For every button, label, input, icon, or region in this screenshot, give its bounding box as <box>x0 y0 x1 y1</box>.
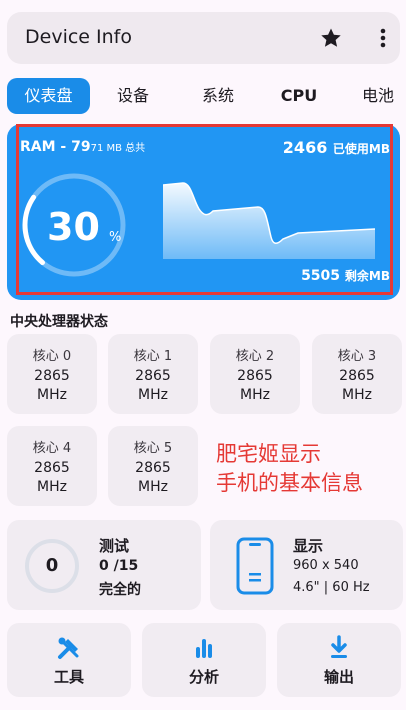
tab-dashboard[interactable]: 仪表盘 <box>7 78 90 114</box>
annotation-text: 肥宅姬显示 手机的基本信息 <box>216 440 363 498</box>
core-label: 核心 1 <box>133 349 173 364</box>
core-card[interactable]: 核心 3 2865 MHz <box>312 334 402 414</box>
core-unit: MHz <box>342 387 372 403</box>
app-title: Device Info <box>25 26 132 48</box>
core-freq: 2865 <box>135 460 171 476</box>
core-label: 核心 2 <box>235 349 275 364</box>
tab-battery[interactable]: 电池 <box>350 78 406 114</box>
core-freq: 2865 <box>34 460 70 476</box>
core-freq: 2865 <box>135 368 171 384</box>
tests-card[interactable]: 0 测试 0 /15 完全的 <box>7 520 201 610</box>
export-label: 输出 <box>323 668 354 686</box>
core-card[interactable]: 核心 5 2865 MHz <box>108 426 198 506</box>
core-freq: 2865 <box>34 368 70 384</box>
tests-title: 测试 <box>99 537 130 555</box>
display-size-refresh: 4.6" | 60 Hz <box>293 580 370 595</box>
core-unit: MHz <box>240 387 270 403</box>
export-button[interactable]: 输出 <box>277 623 401 697</box>
core-card[interactable]: 核心 0 2865 MHz <box>7 334 97 414</box>
download-icon <box>331 635 347 658</box>
display-resolution: 960 x 540 <box>293 558 359 573</box>
core-card[interactable]: 核心 4 2865 MHz <box>7 426 97 506</box>
tab-cpu[interactable]: CPU <box>266 78 332 114</box>
analyze-label: 分析 <box>188 668 219 686</box>
core-label: 核心 0 <box>32 349 72 364</box>
display-title: 显示 <box>293 537 324 555</box>
bar-chart-icon <box>196 639 212 658</box>
analyze-button[interactable]: 分析 <box>142 623 266 697</box>
core-label: 核心 5 <box>133 441 173 456</box>
core-unit: MHz <box>37 387 67 403</box>
display-card[interactable]: 显示 960 x 540 4.6" | 60 Hz <box>210 520 403 610</box>
annotation-line-1: 肥宅姬显示 <box>216 442 321 466</box>
phone-icon <box>236 537 274 595</box>
core-label: 核心 4 <box>32 441 72 456</box>
star-icon[interactable] <box>319 26 343 50</box>
tests-score: 0 /15 <box>99 558 139 574</box>
core-unit: MHz <box>138 479 168 495</box>
core-label: 核心 3 <box>337 349 377 364</box>
section-title: 中央处理器状态 <box>10 314 108 330</box>
tests-count: 0 <box>45 555 59 576</box>
core-unit: MHz <box>138 387 168 403</box>
core-freq: 2865 <box>339 368 375 384</box>
tab-system[interactable]: 系统 <box>185 78 251 114</box>
core-unit: MHz <box>37 479 67 495</box>
highlight-frame <box>16 124 393 295</box>
annotation-line-2: 手机的基本信息 <box>216 471 363 495</box>
core-freq: 2865 <box>237 368 273 384</box>
tests-status: 完全的 <box>99 582 141 598</box>
tools-icon <box>58 637 79 659</box>
app-bar: Device Info <box>7 12 400 64</box>
tools-button[interactable]: 工具 <box>7 623 131 697</box>
tab-device[interactable]: 设备 <box>100 78 166 114</box>
core-card[interactable]: 核心 2 2865 MHz <box>210 334 300 414</box>
core-card[interactable]: 核心 1 2865 MHz <box>108 334 198 414</box>
more-vert-icon[interactable] <box>373 26 393 50</box>
tools-label: 工具 <box>53 668 84 686</box>
